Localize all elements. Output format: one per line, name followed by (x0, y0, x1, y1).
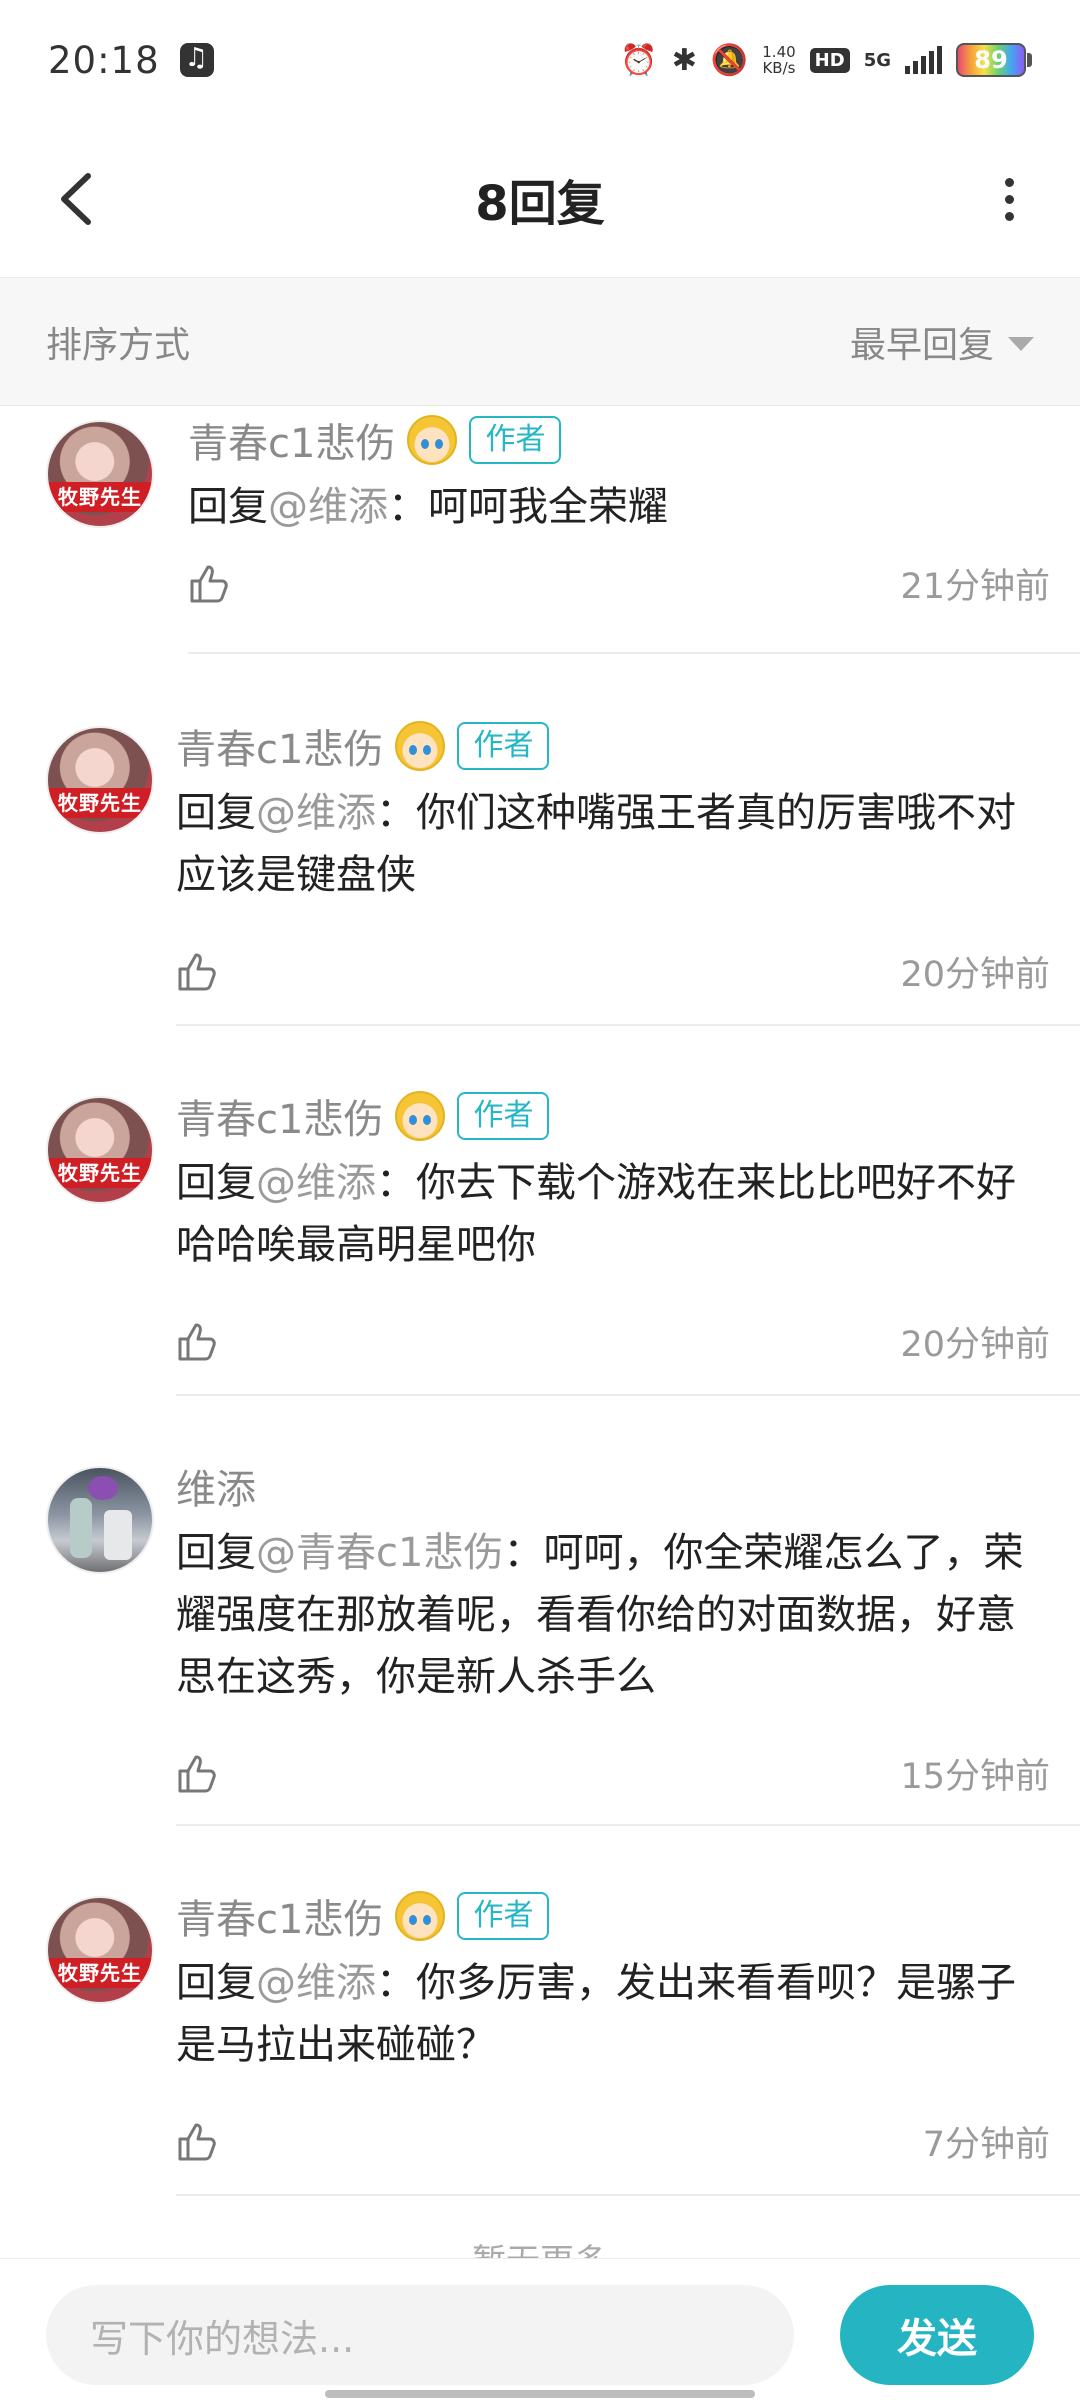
home-indicator[interactable] (325, 2390, 755, 2398)
no-more-text: 暂无更多 (0, 2234, 1080, 2258)
user-level-badge-icon (395, 1891, 446, 1941)
bluetooth-icon: ✱ (671, 42, 697, 78)
username[interactable]: 青春c1悲伤 (188, 411, 395, 469)
author-tag: 作者 (457, 1892, 550, 1940)
battery-level: 89 (974, 46, 1008, 74)
thumbs-up-icon[interactable] (176, 949, 220, 993)
mention-link[interactable]: @维添 (256, 790, 376, 836)
comment-text: 回复@维添：你去下载个游戏在来比比吧好不好哈哈唉最高明星吧你 (176, 1160, 1016, 1268)
divider (176, 1394, 1080, 1396)
mention-link[interactable]: @青春c1悲伤 (256, 1530, 503, 1576)
divider (176, 2194, 1080, 2196)
chevron-left-icon (61, 173, 91, 225)
divider (188, 652, 1080, 654)
thumbs-up-icon[interactable] (176, 2119, 220, 2163)
status-icons: ⏰ ✱ 🔕 1.40 KB/s HD 5G 89 (620, 43, 1032, 78)
avatar[interactable]: 牧野先生 (46, 1096, 154, 1204)
status-bar: 20:18 ⏰ ✱ 🔕 1.40 KB/s HD 5G 89 (0, 0, 1080, 120)
username[interactable]: 维添 (176, 1457, 256, 1515)
send-button[interactable]: 发送 (840, 2285, 1034, 2385)
timestamp: 7分钟前 (922, 2124, 1050, 2165)
user-level-badge-icon (407, 415, 458, 465)
comment-text: 回复@维添：你们这种嘴强王者真的厉害哦不对应该是键盘侠 (176, 790, 1016, 898)
music-app-icon (179, 43, 214, 77)
comment-text: 回复@维添：你多厉害，发出来看看呗？是骡子是马拉出来碰碰？ (176, 1960, 1016, 2068)
thumbs-up-icon[interactable] (176, 1751, 220, 1795)
more-vertical-icon (1004, 177, 1014, 187)
author-tag: 作者 (457, 722, 550, 770)
username[interactable]: 青春c1悲伤 (176, 717, 383, 775)
mention-link[interactable]: @维添 (268, 484, 388, 530)
sort-label: 排序方式 (46, 324, 191, 366)
reply-input[interactable]: 写下你的想法... (46, 2285, 794, 2385)
reply-list[interactable]: 牧野先生 青春c1悲伤 作者 回复@维添：呵呵我全荣耀 21分钟前 牧野先生 青… (0, 406, 1080, 2258)
network-speed: 1.40 KB/s (762, 43, 796, 77)
alarm-icon: ⏰ (620, 42, 658, 78)
author-tag: 作者 (469, 416, 562, 464)
mute-bell-icon: 🔕 (710, 42, 749, 78)
sort-dropdown[interactable]: 最早回复 (850, 316, 1034, 368)
avatar[interactable] (46, 1466, 154, 1574)
avatar[interactable]: 牧野先生 (46, 420, 154, 528)
mention-link[interactable]: @维添 (256, 1960, 376, 2006)
back-button[interactable] (44, 164, 114, 234)
page-title: 8回复 (475, 175, 605, 232)
hd-icon: HD (809, 47, 850, 73)
thumbs-up-icon[interactable] (188, 561, 232, 605)
timestamp: 20分钟前 (900, 954, 1050, 995)
caret-down-icon (1008, 336, 1034, 351)
top-app-bar: 8回复 (0, 120, 1080, 278)
mention-link[interactable]: @维添 (256, 1160, 376, 1206)
sort-value: 最早回复 (849, 324, 994, 366)
user-level-badge-icon (395, 1091, 446, 1141)
status-time: 20:18 (48, 38, 160, 82)
comment-text: 回复@青春c1悲伤：呵呵，你全荣耀怎么了，荣耀强度在那放着呢，看看你给的对面数据… (176, 1530, 1024, 1700)
avatar[interactable]: 牧野先生 (46, 1896, 154, 2004)
timestamp: 21分钟前 (900, 566, 1050, 607)
divider (176, 1824, 1080, 1826)
signal-icon (905, 46, 942, 74)
timestamp: 20分钟前 (900, 1324, 1050, 1365)
divider (176, 1024, 1080, 1026)
username[interactable]: 青春c1悲伤 (176, 1887, 383, 1945)
network-type: 5G (863, 49, 891, 71)
author-tag: 作者 (457, 1092, 550, 1140)
more-options-button[interactable] (974, 164, 1044, 234)
comment-text: 回复@维添：呵呵我全荣耀 (188, 484, 668, 530)
reply-composer: 写下你的想法... 发送 (0, 2258, 1080, 2408)
thumbs-up-icon[interactable] (176, 1319, 220, 1363)
user-level-badge-icon (395, 721, 446, 771)
sort-bar: 排序方式 最早回复 (0, 278, 1080, 406)
battery-icon: 89 (956, 43, 1032, 77)
avatar[interactable]: 牧野先生 (46, 726, 154, 834)
username[interactable]: 青春c1悲伤 (176, 1087, 383, 1145)
timestamp: 15分钟前 (900, 1756, 1050, 1797)
